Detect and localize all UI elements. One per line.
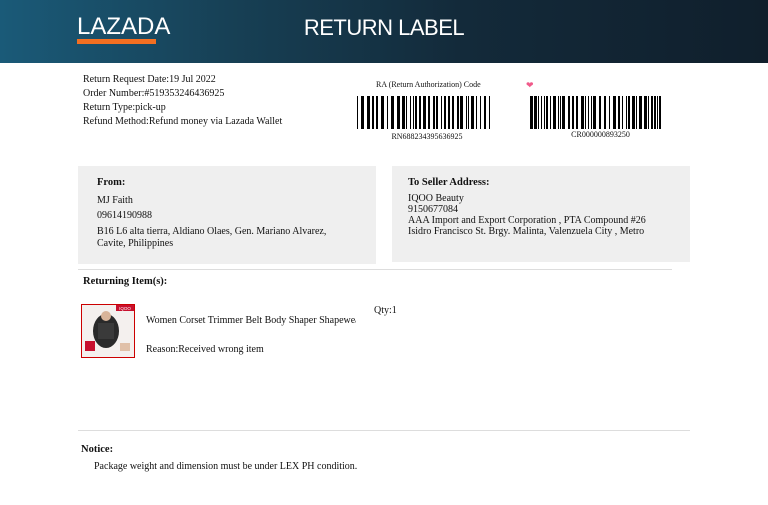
lazada-heart-icon: ❤ bbox=[526, 80, 534, 90]
from-phone: 09614190988 bbox=[97, 210, 152, 221]
from-address-box: From: MJ Faith 09614190988 B16 L6 alta t… bbox=[78, 166, 376, 264]
return-reason: Reason:Received wrong item bbox=[146, 344, 264, 355]
from-address: B16 L6 alta tierra, Aldiano Olaes, Gen. … bbox=[97, 226, 327, 249]
item-name: Women Corset Trimmer Belt Body Shaper Sh… bbox=[146, 315, 356, 326]
cr-barcode bbox=[530, 96, 662, 129]
notice-heading: Notice: bbox=[81, 444, 114, 455]
return-meta: Return Request Date:19 Jul 2022 Order Nu… bbox=[83, 73, 282, 129]
request-date: Return Request Date:19 Jul 2022 bbox=[83, 74, 216, 85]
order-number: Order Number:#519353246436925 bbox=[83, 88, 225, 99]
to-heading: To Seller Address: bbox=[408, 177, 490, 188]
to-address: AAA Import and Export Corporation , PTA … bbox=[408, 215, 646, 237]
item-quantity: Qty:1 bbox=[374, 305, 397, 316]
from-name: MJ Faith bbox=[97, 195, 133, 206]
header-bar: LAZADA RETURN LABEL bbox=[0, 0, 768, 63]
to-name: IQOO Beauty bbox=[408, 193, 464, 204]
page-title: RETURN LABEL bbox=[303, 15, 465, 40]
notice-text: Package weight and dimension must be und… bbox=[94, 461, 358, 472]
thumb-badge: IQOO bbox=[119, 306, 131, 311]
from-heading: From: bbox=[97, 177, 126, 188]
ra-code-label: RA (Return Authorization) Code bbox=[376, 80, 481, 89]
ra-barcode bbox=[357, 96, 490, 129]
return-type: Return Type:pick-up bbox=[83, 102, 166, 113]
ra-barcode-number: RN688234395636925 bbox=[391, 132, 463, 141]
returning-items-heading: Returning Item(s): bbox=[83, 276, 168, 287]
product-thumbnail: IQOO bbox=[81, 304, 135, 358]
to-phone: 9150677084 bbox=[408, 204, 458, 215]
divider bbox=[78, 430, 690, 431]
to-address-box: To Seller Address: IQOO Beauty 915067708… bbox=[392, 166, 690, 262]
cr-barcode-number: CR000000893250 bbox=[571, 130, 630, 139]
refund-method: Refund Method:Refund money via Lazada Wa… bbox=[83, 116, 283, 127]
divider bbox=[78, 269, 672, 270]
